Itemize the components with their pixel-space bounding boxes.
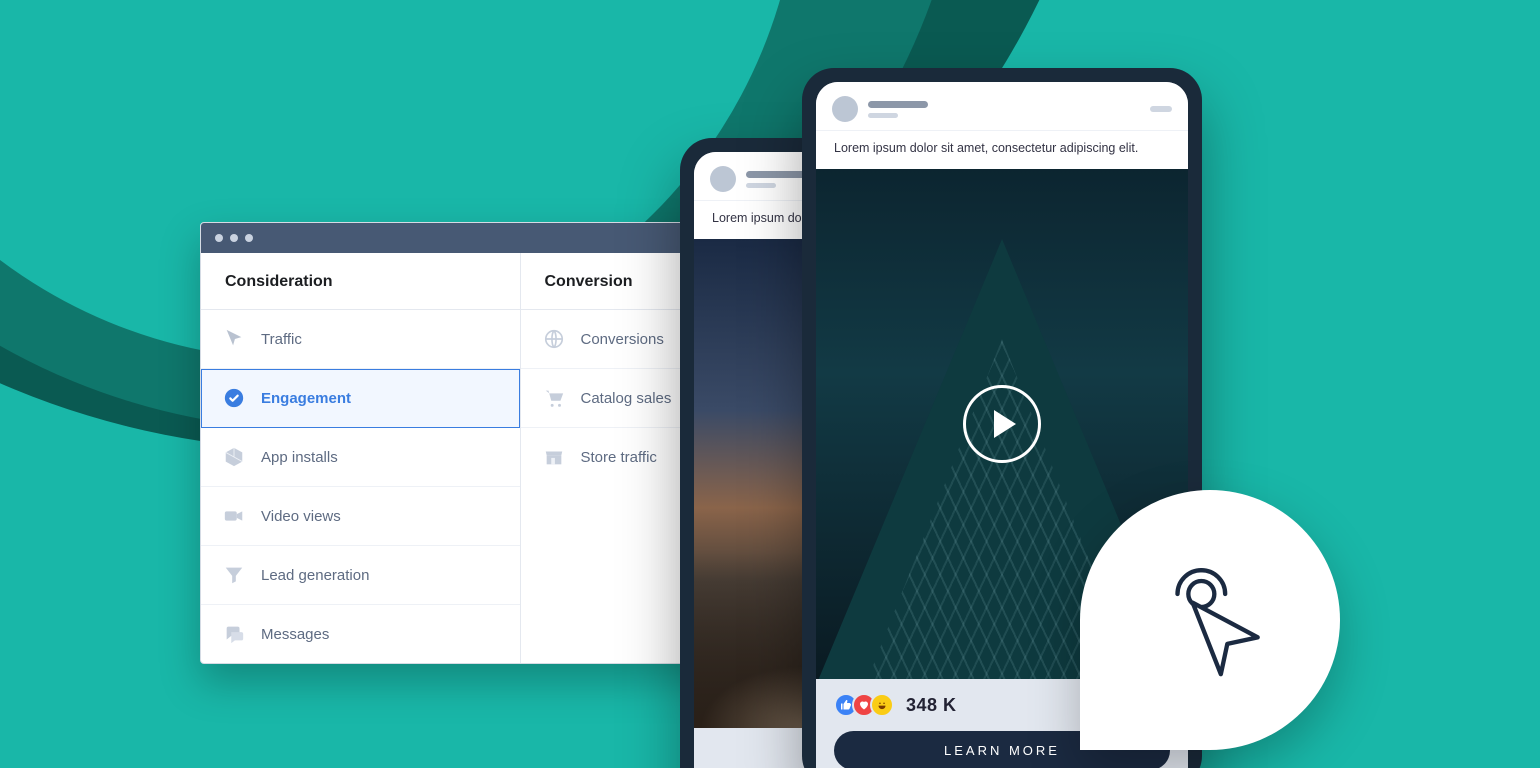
reaction-stack[interactable] <box>834 693 894 717</box>
objective-label: App installs <box>261 449 338 466</box>
click-cursor-bubble <box>1080 490 1340 750</box>
messages-icon <box>223 623 245 645</box>
check-circle-icon <box>223 387 245 409</box>
objective-label: Lead generation <box>261 567 369 584</box>
click-cursor-icon <box>1145 555 1275 685</box>
objective-app-installs[interactable]: App installs <box>201 428 520 487</box>
objective-video-views[interactable]: Video views <box>201 487 520 546</box>
objective-label: Engagement <box>261 390 351 407</box>
objective-lead-generation[interactable]: Lead generation <box>201 546 520 605</box>
objective-label: Catalog sales <box>581 390 672 407</box>
consideration-column: Consideration Traffic Engagement <box>201 253 521 663</box>
objective-label: Store traffic <box>581 449 657 466</box>
objective-traffic[interactable]: Traffic <box>201 310 520 369</box>
reaction-count: 348 K <box>906 695 957 716</box>
window-dot-icon <box>230 234 238 242</box>
avatar <box>710 166 736 192</box>
objective-messages[interactable]: Messages <box>201 605 520 663</box>
window-dot-icon <box>245 234 253 242</box>
cursor-icon <box>223 328 245 350</box>
column-header: Consideration <box>201 253 520 310</box>
post-caption: Lorem ipsum dolor sit amet, consectetur … <box>816 131 1188 169</box>
name-placeholder <box>746 171 806 188</box>
sponsored-placeholder <box>1150 106 1172 112</box>
objective-label: Conversions <box>581 331 664 348</box>
cube-icon <box>223 446 245 468</box>
stage: Consideration Traffic Engagement <box>0 0 1540 768</box>
globe-icon <box>543 328 565 350</box>
avatar <box>832 96 858 122</box>
haha-reaction-icon <box>870 693 894 717</box>
objective-label: Video views <box>261 508 341 525</box>
funnel-icon <box>223 564 245 586</box>
objective-label: Traffic <box>261 331 302 348</box>
store-icon <box>543 446 565 468</box>
name-placeholder <box>868 101 928 118</box>
cart-icon <box>543 387 565 409</box>
post-header <box>816 82 1188 131</box>
objective-engagement[interactable]: Engagement <box>201 369 520 428</box>
play-button-icon[interactable] <box>963 385 1041 463</box>
video-icon <box>223 505 245 527</box>
objective-label: Messages <box>261 626 329 643</box>
window-dot-icon <box>215 234 223 242</box>
